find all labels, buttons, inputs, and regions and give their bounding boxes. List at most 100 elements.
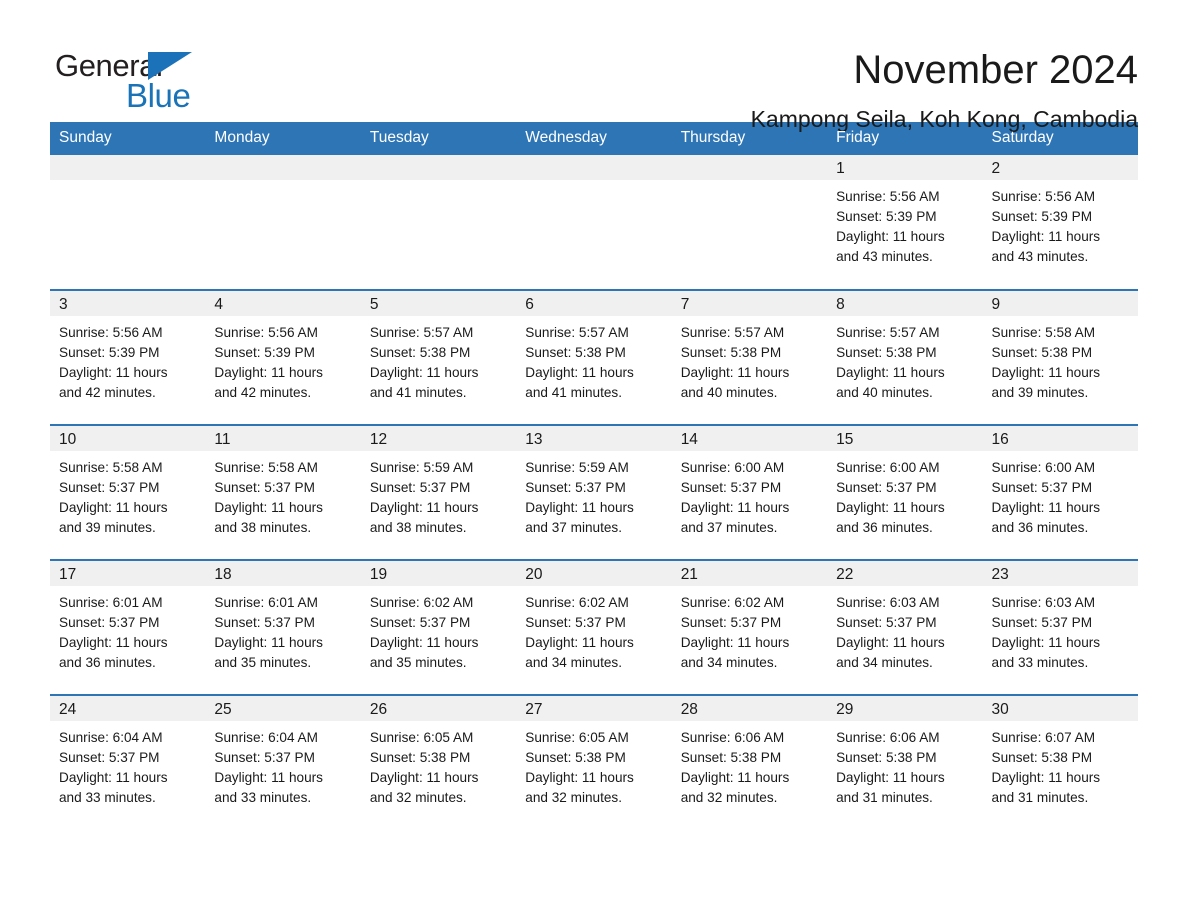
sunset-text: Sunset: 5:39 PM: [214, 345, 315, 360]
daylight-text-line1: Daylight: 11 hours: [836, 500, 945, 515]
daylight-text-line2: and 40 minutes.: [680, 385, 778, 400]
calendar-day-cell[interactable]: 4 Sunrise: 5:56 AM Sunset: 5:39 PM Daylight…: [205, 289, 361, 425]
calendar-day-cell[interactable]: 10 Sunrise: 5:58 AM Sunset: 5:37 PM Dayligh…: [50, 424, 206, 560]
sunrise-text: Sunrise: 5:57 AM: [369, 325, 474, 340]
day-number: 29: [827, 696, 983, 721]
daylight-text-line2: and 38 minutes.: [214, 520, 312, 535]
calendar-day-cell[interactable]: 22 Sunrise: 6:03 AM Sunset: 5:37 PM Dayligh…: [827, 559, 983, 695]
day-number: 30: [982, 696, 1138, 721]
calendar-day-cell[interactable]: 8 Sunrise: 5:57 AM Sunset: 5:38 PM Daylight…: [827, 289, 983, 425]
daylight-text-line1: Daylight: 11 hours: [991, 770, 1101, 785]
calendar-day-cell[interactable]: 30 Sunrise: 6:07 AM Sunset: 5:38 PM Dayligh…: [982, 694, 1138, 830]
calendar-day-cell[interactable]: 19 Sunrise: 6:02 AM Sunset: 5:37 PM Dayligh…: [360, 559, 517, 695]
daylight-text-line1: Daylight: 11 hours: [214, 365, 323, 380]
daylight-text-line2: and 33 minutes.: [991, 655, 1089, 670]
daylight-text-line2: and 41 minutes.: [525, 385, 622, 400]
daylight-text-line2: and 43 minutes.: [991, 249, 1089, 264]
sunset-text: Sunset: 5:37 PM: [525, 480, 626, 495]
calendar-day-cell[interactable]: 18 Sunrise: 6:01 AM Sunset: 5:37 PM Dayligh…: [205, 559, 361, 695]
daylight-text-line2: and 41 minutes.: [369, 385, 467, 400]
daylight-text-line1: Daylight: 11 hours: [369, 770, 479, 785]
day-number: 28: [671, 696, 828, 721]
daylight-text-line2: and 34 minutes.: [680, 655, 778, 670]
daylight-text-line1: Daylight: 11 hours: [525, 635, 634, 650]
sunrise-text: Sunrise: 5:56 AM: [836, 189, 940, 204]
calendar-page: General Blue November 2024 Kampong Seila…: [0, 0, 1188, 918]
day-number: 10: [50, 426, 206, 451]
sunset-text: Sunset: 5:38 PM: [836, 345, 937, 360]
calendar-week-row: 10 Sunrise: 5:58 AM Sunset: 5:37 PM Dayligh…: [50, 424, 1138, 560]
daylight-text-line1: Daylight: 11 hours: [836, 635, 945, 650]
calendar-day-cell[interactable]: 29 Sunrise: 6:06 AM Sunset: 5:38 PM Dayligh…: [827, 694, 983, 830]
sunrise-text: Sunrise: 6:03 AM: [836, 595, 940, 610]
page-title: November 2024: [853, 48, 1138, 92]
sunrise-text: Sunrise: 6:00 AM: [836, 460, 940, 475]
calendar-day-cell[interactable]: [671, 155, 828, 290]
sunrise-text: Sunrise: 6:00 AM: [991, 460, 1096, 475]
daylight-text-line2: and 35 minutes.: [369, 655, 467, 670]
daylight-text-line2: and 32 minutes.: [369, 790, 467, 805]
calendar-body: 1 Sunrise: 5:56 AM Sunset: 5:39 PM Daylight…: [50, 155, 1138, 830]
calendar-day-cell[interactable]: 14 Sunrise: 6:00 AM Sunset: 5:37 PM Dayligh…: [671, 424, 828, 560]
sunset-text: Sunset: 5:37 PM: [991, 615, 1093, 630]
calendar-day-cell[interactable]: 21 Sunrise: 6:02 AM Sunset: 5:37 PM Dayligh…: [671, 559, 828, 695]
daylight-text-line2: and 31 minutes.: [836, 790, 933, 805]
calendar-day-cell[interactable]: 23 Sunrise: 6:03 AM Sunset: 5:37 PM Dayligh…: [982, 559, 1138, 695]
sunrise-text: Sunrise: 6:03 AM: [991, 595, 1096, 610]
calendar-day-cell[interactable]: 27 Sunrise: 6:05 AM Sunset: 5:38 PM Dayligh…: [516, 694, 672, 830]
calendar-day-cell[interactable]: 12 Sunrise: 5:59 AM Sunset: 5:37 PM Dayligh…: [360, 424, 517, 560]
calendar-day-cell[interactable]: 11 Sunrise: 5:58 AM Sunset: 5:37 PM Dayligh…: [205, 424, 361, 560]
calendar-day-cell[interactable]: 5 Sunrise: 5:57 AM Sunset: 5:38 PM Daylight…: [360, 289, 517, 425]
daylight-text-line2: and 36 minutes.: [59, 655, 156, 670]
calendar-day-cell[interactable]: [50, 155, 206, 290]
daylight-text-line1: Daylight: 11 hours: [991, 635, 1101, 650]
calendar-day-cell[interactable]: 26 Sunrise: 6:05 AM Sunset: 5:38 PM Dayligh…: [360, 694, 517, 830]
calendar-day-cell[interactable]: 17 Sunrise: 6:01 AM Sunset: 5:37 PM Dayligh…: [50, 559, 206, 695]
sunrise-text: Sunrise: 6:02 AM: [525, 595, 629, 610]
calendar-week-row: 3 Sunrise: 5:56 AM Sunset: 5:39 PM Daylight…: [50, 289, 1138, 425]
weekday-header-sunday: Sunday: [50, 122, 206, 155]
daylight-text-line1: Daylight: 11 hours: [836, 365, 945, 380]
calendar-day-cell[interactable]: 6 Sunrise: 5:57 AM Sunset: 5:38 PM Daylight…: [516, 289, 672, 425]
calendar-day-cell[interactable]: 3 Sunrise: 5:56 AM Sunset: 5:39 PM Daylight…: [50, 289, 206, 425]
calendar-day-cell[interactable]: [205, 155, 361, 290]
daylight-text-line2: and 37 minutes.: [680, 520, 778, 535]
general-blue-logo[interactable]: General Blue: [50, 46, 230, 118]
day-number: 18: [205, 561, 361, 586]
calendar-day-cell[interactable]: 7 Sunrise: 5:57 AM Sunset: 5:38 PM Daylight…: [671, 289, 828, 425]
daylight-text-line1: Daylight: 11 hours: [991, 365, 1101, 380]
daylight-text-line1: Daylight: 11 hours: [680, 635, 790, 650]
calendar-day-cell[interactable]: [516, 155, 672, 290]
day-number: 8: [827, 291, 983, 316]
sunset-text: Sunset: 5:39 PM: [991, 209, 1093, 224]
page-header: General Blue November 2024 Kampong Seila…: [50, 0, 1138, 132]
daylight-text-line2: and 42 minutes.: [59, 385, 156, 400]
calendar-day-cell[interactable]: 2 Sunrise: 5:56 AM Sunset: 5:39 PM Daylight…: [982, 155, 1138, 290]
sunrise-text: Sunrise: 6:07 AM: [991, 730, 1096, 745]
calendar-day-cell[interactable]: 24 Sunrise: 6:04 AM Sunset: 5:37 PM Dayligh…: [50, 694, 206, 830]
day-number: 2: [982, 155, 1138, 180]
day-number: 24: [50, 696, 206, 721]
sunrise-text: Sunrise: 6:04 AM: [59, 730, 163, 745]
calendar-day-cell[interactable]: 28 Sunrise: 6:06 AM Sunset: 5:38 PM Dayligh…: [671, 694, 828, 830]
calendar-day-cell[interactable]: 15 Sunrise: 6:00 AM Sunset: 5:37 PM Dayligh…: [827, 424, 983, 560]
calendar-day-cell[interactable]: 13 Sunrise: 5:59 AM Sunset: 5:37 PM Dayligh…: [516, 424, 672, 560]
calendar-day-cell[interactable]: 25 Sunrise: 6:04 AM Sunset: 5:37 PM Dayligh…: [205, 694, 361, 830]
calendar-day-cell[interactable]: 1 Sunrise: 5:56 AM Sunset: 5:39 PM Daylight…: [827, 155, 983, 290]
sunrise-text: Sunrise: 5:56 AM: [214, 325, 318, 340]
daylight-text-line2: and 34 minutes.: [836, 655, 933, 670]
daylight-text-line1: Daylight: 11 hours: [991, 500, 1101, 515]
calendar-day-cell[interactable]: [360, 155, 517, 290]
sunrise-text: Sunrise: 5:57 AM: [680, 325, 785, 340]
calendar-day-cell[interactable]: 16 Sunrise: 6:00 AM Sunset: 5:37 PM Dayligh…: [982, 424, 1138, 560]
daylight-text-line1: Daylight: 11 hours: [59, 635, 168, 650]
calendar-day-cell[interactable]: 20 Sunrise: 6:02 AM Sunset: 5:37 PM Dayligh…: [516, 559, 672, 695]
calendar-day-cell[interactable]: 9 Sunrise: 5:58 AM Sunset: 5:38 PM Daylight…: [982, 289, 1138, 425]
daylight-text-line2: and 33 minutes.: [214, 790, 312, 805]
daylight-text-line2: and 34 minutes.: [525, 655, 622, 670]
daylight-text-line1: Daylight: 11 hours: [59, 500, 168, 515]
daylight-text-line1: Daylight: 11 hours: [680, 770, 790, 785]
day-number: 26: [360, 696, 517, 721]
daylight-text-line1: Daylight: 11 hours: [680, 365, 790, 380]
daylight-text-line2: and 37 minutes.: [525, 520, 622, 535]
